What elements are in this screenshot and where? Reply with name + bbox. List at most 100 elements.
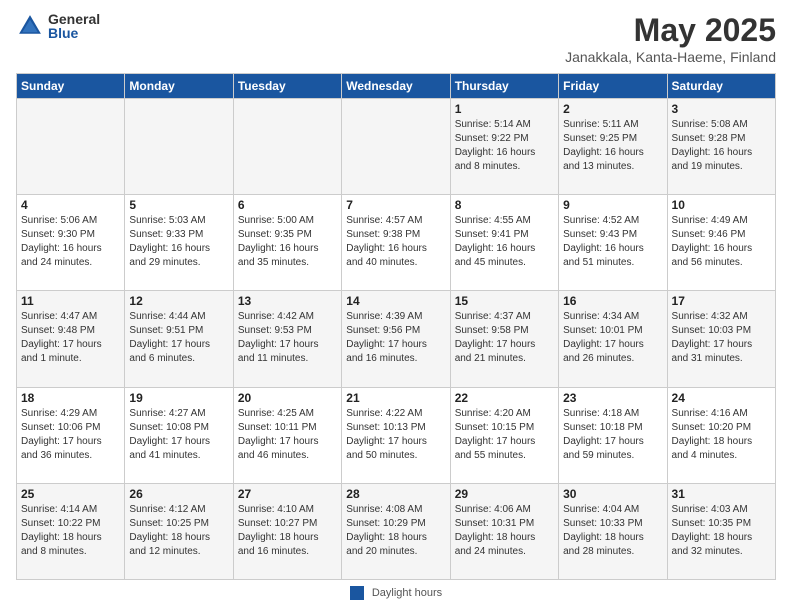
title-block: May 2025 Janakkala, Kanta-Haeme, Finland: [565, 12, 776, 65]
day-info: Sunrise: 4:34 AMSunset: 10:01 PMDaylight…: [563, 310, 662, 366]
day-info: Sunrise: 4:16 AMSunset: 10:20 PMDaylight…: [672, 407, 771, 463]
calendar-cell: 27 Sunrise: 4:10 AMSunset: 10:27 PMDaylig…: [233, 483, 341, 579]
calendar-cell: 26 Sunrise: 4:12 AMSunset: 10:25 PMDaylig…: [125, 483, 233, 579]
day-info: Sunrise: 4:22 AMSunset: 10:13 PMDaylight…: [346, 407, 445, 463]
calendar-table: SundayMondayTuesdayWednesdayThursdayFrid…: [16, 73, 776, 580]
day-info: Sunrise: 4:42 AMSunset: 9:53 PMDaylight:…: [238, 310, 337, 366]
logo-general-text: General: [48, 12, 100, 26]
day-info: Sunrise: 4:44 AMSunset: 9:51 PMDaylight:…: [129, 310, 228, 366]
day-number: 22: [455, 391, 554, 405]
day-info: Sunrise: 4:47 AMSunset: 9:48 PMDaylight:…: [21, 310, 120, 366]
calendar-cell: 20Sunrise: 4:25 AMSunset: 10:11 PMDaylig…: [233, 387, 341, 483]
day-info: Sunrise: 4:55 AMSunset: 9:41 PMDaylight:…: [455, 214, 554, 270]
day-info: Sunrise: 4:52 AMSunset: 9:43 PMDaylight:…: [563, 214, 662, 270]
day-number: 29: [455, 487, 554, 501]
header: General Blue May 2025 Janakkala, Kanta-H…: [16, 12, 776, 65]
calendar-cell: 31Sunrise: 4:03 AMSunset: 10:35 PMDaylig…: [667, 483, 775, 579]
calendar-week-row: 1Sunrise: 5:14 AMSunset: 9:22 PMDaylight…: [17, 99, 776, 195]
day-info: Sunrise: 5:11 AMSunset: 9:25 PMDaylight:…: [563, 118, 662, 174]
day-info: Sunrise: 4:12 AMSunset: 10:25 PMDaylight…: [129, 503, 228, 559]
calendar-cell: 3Sunrise: 5:08 AMSunset: 9:28 PMDaylight…: [667, 99, 775, 195]
day-number: 19: [129, 391, 228, 405]
calendar-header-tuesday: Tuesday: [233, 74, 341, 99]
day-info: Sunrise: 4:27 AMSunset: 10:08 PMDaylight…: [129, 407, 228, 463]
calendar-cell: 12 Sunrise: 4:44 AMSunset: 9:51 PMDayligh…: [125, 291, 233, 387]
day-info: Sunrise: 4:57 AMSunset: 9:38 PMDaylight:…: [346, 214, 445, 270]
calendar-cell: 2 Sunrise: 5:11 AMSunset: 9:25 PMDaylight…: [559, 99, 667, 195]
day-number: 12: [129, 294, 228, 308]
day-info: Sunrise: 4:10 AMSunset: 10:27 PMDaylight…: [238, 503, 337, 559]
calendar-cell: 8 Sunrise: 4:55 AMSunset: 9:41 PMDaylight…: [450, 195, 558, 291]
logo: General Blue: [16, 12, 100, 40]
day-info: Sunrise: 4:32 AMSunset: 10:03 PMDaylight…: [672, 310, 771, 366]
calendar-cell: 14Sunrise: 4:39 AMSunset: 9:56 PMDayligh…: [342, 291, 450, 387]
calendar-cell: 13 Sunrise: 4:42 AMSunset: 9:53 PMDayligh…: [233, 291, 341, 387]
day-info: Sunrise: 5:03 AMSunset: 9:33 PMDaylight:…: [129, 214, 228, 270]
day-number: 6: [238, 198, 337, 212]
day-info: Sunrise: 4:06 AMSunset: 10:31 PMDaylight…: [455, 503, 554, 559]
day-info: Sunrise: 4:14 AMSunset: 10:22 PMDaylight…: [21, 503, 120, 559]
day-number: 15: [455, 294, 554, 308]
day-number: 25: [21, 487, 120, 501]
calendar-cell: 18Sunrise: 4:29 AMSunset: 10:06 PMDaylig…: [17, 387, 125, 483]
logo-icon: [16, 12, 44, 40]
logo-text: General Blue: [48, 12, 100, 40]
day-info: Sunrise: 4:08 AMSunset: 10:29 PMDaylight…: [346, 503, 445, 559]
calendar-cell: [17, 99, 125, 195]
day-info: Sunrise: 5:08 AMSunset: 9:28 PMDaylight:…: [672, 118, 771, 174]
day-number: 24: [672, 391, 771, 405]
day-number: 4: [21, 198, 120, 212]
day-info: Sunrise: 5:14 AMSunset: 9:22 PMDaylight:…: [455, 118, 554, 174]
day-number: 8: [455, 198, 554, 212]
day-info: Sunrise: 5:00 AMSunset: 9:35 PMDaylight:…: [238, 214, 337, 270]
day-number: 26: [129, 487, 228, 501]
day-info: Sunrise: 4:37 AMSunset: 9:58 PMDaylight:…: [455, 310, 554, 366]
calendar-cell: 16Sunrise: 4:34 AMSunset: 10:01 PMDaylig…: [559, 291, 667, 387]
day-info: Sunrise: 4:20 AMSunset: 10:15 PMDaylight…: [455, 407, 554, 463]
calendar-cell: 19 Sunrise: 4:27 AMSunset: 10:08 PMDaylig…: [125, 387, 233, 483]
day-number: 31: [672, 487, 771, 501]
day-number: 17: [672, 294, 771, 308]
calendar-cell: [233, 99, 341, 195]
subtitle: Janakkala, Kanta-Haeme, Finland: [565, 49, 776, 65]
day-number: 14: [346, 294, 445, 308]
calendar-cell: 28 Sunrise: 4:08 AMSunset: 10:29 PMDaylig…: [342, 483, 450, 579]
calendar-cell: 23 Sunrise: 4:18 AMSunset: 10:18 PMDaylig…: [559, 387, 667, 483]
calendar-cell: 11 Sunrise: 4:47 AMSunset: 9:48 PMDayligh…: [17, 291, 125, 387]
day-number: 7: [346, 198, 445, 212]
calendar-cell: 9Sunrise: 4:52 AMSunset: 9:43 PMDaylight…: [559, 195, 667, 291]
calendar-cell: 6 Sunrise: 5:00 AMSunset: 9:35 PMDaylight…: [233, 195, 341, 291]
day-number: 2: [563, 102, 662, 116]
calendar-header-monday: Monday: [125, 74, 233, 99]
day-number: 27: [238, 487, 337, 501]
calendar-header-saturday: Saturday: [667, 74, 775, 99]
calendar-cell: 21Sunrise: 4:22 AMSunset: 10:13 PMDaylig…: [342, 387, 450, 483]
day-info: Sunrise: 4:49 AMSunset: 9:46 PMDaylight:…: [672, 214, 771, 270]
calendar-cell: 4Sunrise: 5:06 AMSunset: 9:30 PMDaylight…: [17, 195, 125, 291]
calendar-cell: 25 Sunrise: 4:14 AMSunset: 10:22 PMDaylig…: [17, 483, 125, 579]
day-number: 11: [21, 294, 120, 308]
calendar-cell: 1Sunrise: 5:14 AMSunset: 9:22 PMDaylight…: [450, 99, 558, 195]
calendar-cell: 17 Sunrise: 4:32 AMSunset: 10:03 PMDaylig…: [667, 291, 775, 387]
calendar-week-row: 18Sunrise: 4:29 AMSunset: 10:06 PMDaylig…: [17, 387, 776, 483]
day-number: 20: [238, 391, 337, 405]
logo-blue-text: Blue: [48, 26, 100, 40]
day-info: Sunrise: 4:18 AMSunset: 10:18 PMDaylight…: [563, 407, 662, 463]
day-number: 23: [563, 391, 662, 405]
day-number: 10: [672, 198, 771, 212]
calendar-cell: [342, 99, 450, 195]
calendar-week-row: 11 Sunrise: 4:47 AMSunset: 9:48 PMDayligh…: [17, 291, 776, 387]
calendar-header-thursday: Thursday: [450, 74, 558, 99]
calendar-header-friday: Friday: [559, 74, 667, 99]
day-number: 28: [346, 487, 445, 501]
calendar-cell: 29 Sunrise: 4:06 AMSunset: 10:31 PMDaylig…: [450, 483, 558, 579]
page: General Blue May 2025 Janakkala, Kanta-H…: [0, 0, 792, 612]
calendar-header-row: SundayMondayTuesdayWednesdayThursdayFrid…: [17, 74, 776, 99]
day-info: Sunrise: 4:04 AMSunset: 10:33 PMDaylight…: [563, 503, 662, 559]
calendar-cell: 30Sunrise: 4:04 AMSunset: 10:33 PMDaylig…: [559, 483, 667, 579]
calendar-header-wednesday: Wednesday: [342, 74, 450, 99]
calendar-cell: [125, 99, 233, 195]
day-number: 18: [21, 391, 120, 405]
main-title: May 2025: [565, 12, 776, 49]
day-number: 13: [238, 294, 337, 308]
